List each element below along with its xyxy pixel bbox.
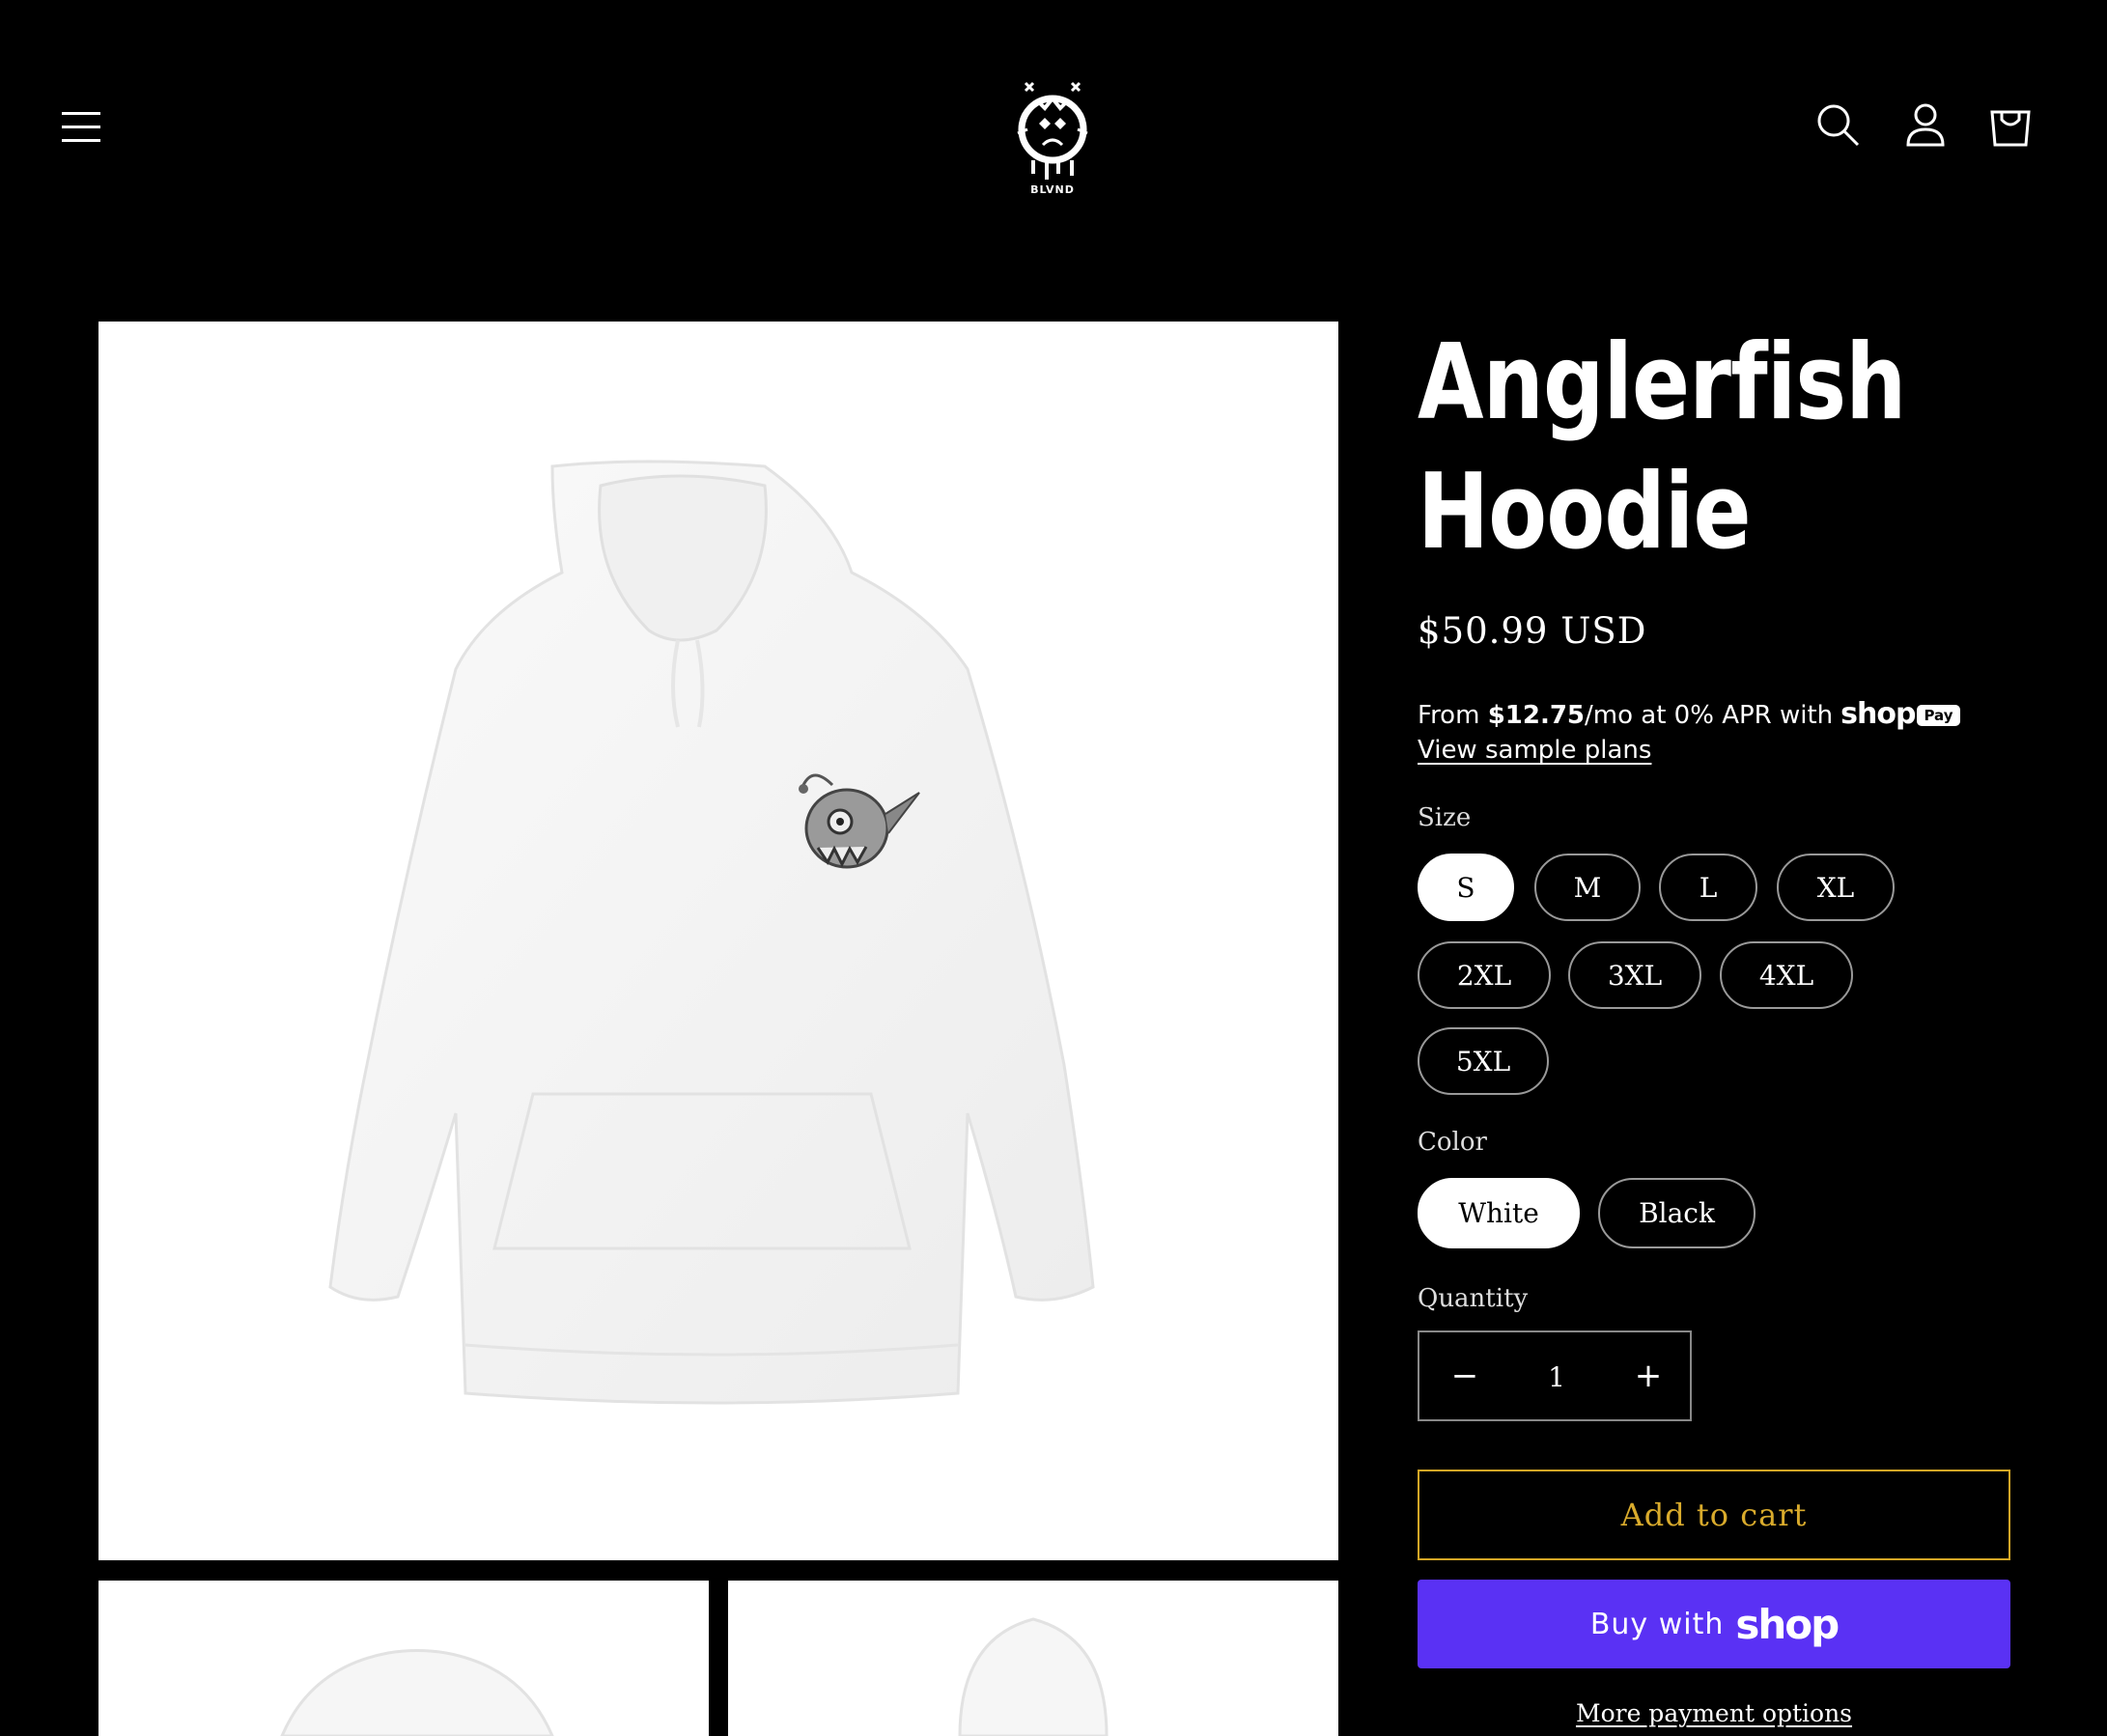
- site-logo[interactable]: BLVND: [1004, 75, 1101, 201]
- view-sample-plans-link[interactable]: View sample plans: [1418, 736, 1651, 765]
- quantity-input[interactable]: [1510, 1352, 1603, 1402]
- product-thumbnail[interactable]: [728, 1581, 1338, 1736]
- shop-pay-brand: shop: [1735, 1600, 1840, 1648]
- size-option-2xl[interactable]: 2XL: [1418, 941, 1551, 1009]
- hoodie-front-image: [328, 460, 1095, 1405]
- logo-face-icon: [1017, 81, 1088, 180]
- cart-icon[interactable]: [1985, 100, 2036, 151]
- size-option-4xl[interactable]: 4XL: [1720, 941, 1853, 1009]
- pay-badge: Pay: [1917, 705, 1960, 726]
- product-price: $50.99 USD: [1418, 610, 1647, 652]
- shop-brand: shop: [1840, 697, 1916, 731]
- color-label: Color: [1418, 1128, 1487, 1157]
- size-option-5xl[interactable]: 5XL: [1418, 1027, 1549, 1095]
- size-option-3xl[interactable]: 3XL: [1568, 941, 1701, 1009]
- add-to-cart-button[interactable]: Add to cart: [1418, 1470, 2010, 1560]
- account-icon[interactable]: [1900, 100, 1951, 151]
- decrease-quantity-button[interactable]: −: [1419, 1332, 1510, 1419]
- more-payment-options-link[interactable]: More payment options: [1418, 1699, 2010, 1727]
- installments-amount: $12.75: [1487, 701, 1586, 730]
- search-icon[interactable]: [1813, 100, 1864, 151]
- buy-with-shop-button[interactable]: Buy with shop: [1418, 1580, 2010, 1668]
- increase-quantity-button[interactable]: +: [1603, 1332, 1694, 1419]
- size-option-m[interactable]: M: [1534, 854, 1641, 921]
- size-option-s[interactable]: S: [1418, 854, 1514, 921]
- site-header: BLVND: [0, 0, 2107, 261]
- product-main-image[interactable]: [98, 322, 1338, 1560]
- shop-pay-installments: From $12.75/mo at 0% APR with shop Pay: [1418, 697, 1960, 731]
- product-thumbnail[interactable]: [98, 1581, 709, 1736]
- hoodie-thumbnail-image: [280, 1649, 554, 1736]
- product-title: Anglerfish Hoodie: [1418, 322, 1906, 573]
- menu-icon[interactable]: [54, 102, 108, 151]
- size-option-xl[interactable]: XL: [1777, 854, 1895, 921]
- quantity-label: Quantity: [1418, 1284, 1529, 1313]
- hoodie-thumbnail-image: [958, 1617, 1109, 1736]
- size-option-l[interactable]: L: [1659, 854, 1757, 921]
- installments-suffix: /mo at 0% APR with: [1585, 701, 1834, 730]
- color-option-white[interactable]: White: [1418, 1178, 1580, 1248]
- size-label: Size: [1418, 803, 1472, 832]
- buy-with-label: Buy with: [1589, 1607, 1725, 1641]
- color-option-black[interactable]: Black: [1598, 1178, 1756, 1248]
- quantity-stepper: − +: [1418, 1330, 1692, 1421]
- installments-prefix: From: [1418, 701, 1488, 730]
- logo-text: BLVND: [1030, 183, 1075, 196]
